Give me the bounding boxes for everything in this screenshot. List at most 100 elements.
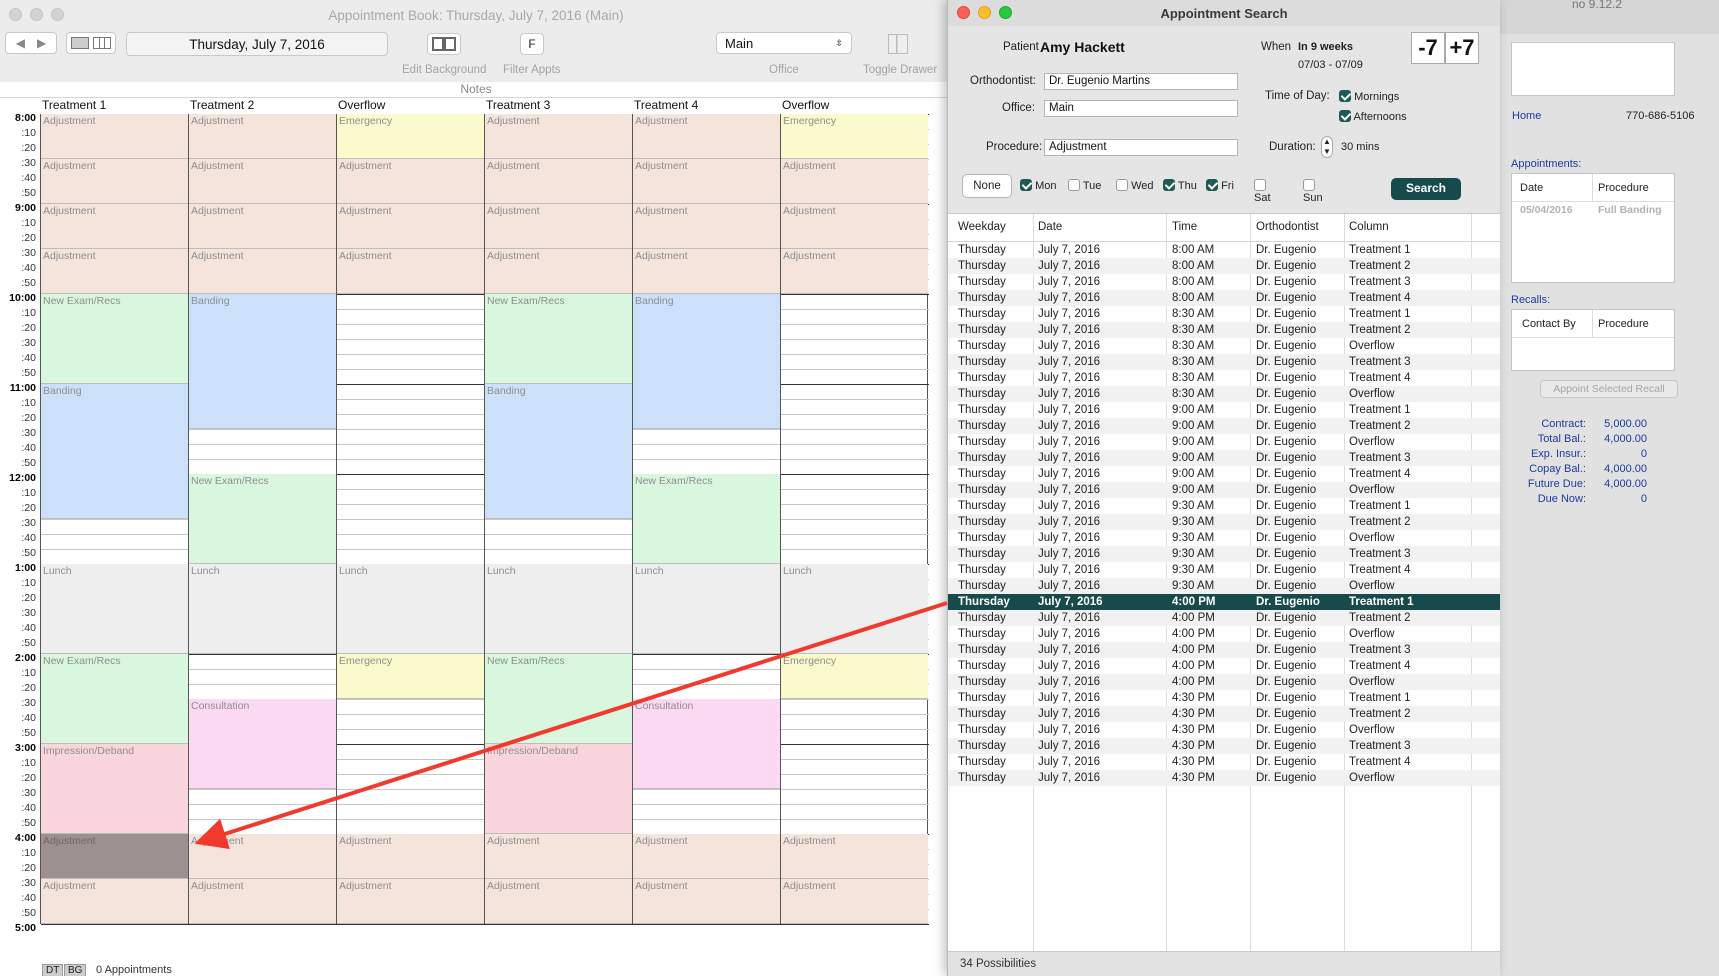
bg-tab[interactable]: BG [64,964,87,976]
schedule-column[interactable]: Adjustment Adjustment Adjustment Adjustment… [188,114,337,925]
appointment-block[interactable]: Adjustment [781,204,928,249]
appointment-block[interactable]: Emergency [337,654,484,699]
table-row[interactable]: Thursday July 7, 2016 4:00 PM Dr. Eugenio Tr… [948,658,1500,674]
day-checkbox-sun[interactable]: Sun [1303,179,1323,204]
appointment-block[interactable]: Adjustment [41,834,188,879]
table-row[interactable]: Thursday July 7, 2016 8:30 AM Dr. Eugenio Tr… [948,322,1500,338]
notes-bar[interactable]: Notes [0,82,952,98]
appointment-block[interactable]: Adjustment [781,834,928,879]
appointment-block[interactable]: Adjustment [189,159,336,204]
appointment-block[interactable]: Adjustment [633,114,780,159]
table-row[interactable]: Thursday July 7, 2016 4:30 PM Dr. Eugenio Tr… [948,738,1500,754]
appointment-block[interactable]: Adjustment [633,159,780,204]
appointment-block[interactable]: Adjustment [337,879,484,924]
table-row[interactable]: Thursday July 7, 2016 9:30 AM Dr. Eugenio Tr… [948,546,1500,562]
appoint-selected-recall-button[interactable]: Appoint Selected Recall [1540,380,1678,398]
schedule-column[interactable]: Emergency Adjustment Adjustment Adjustment L… [780,114,929,925]
table-row[interactable]: Thursday July 7, 2016 4:00 PM Dr. Eugenio Tr… [948,642,1500,658]
appointment-block[interactable]: Lunch [633,564,780,654]
table-row[interactable]: Thursday July 7, 2016 4:30 PM Dr. Eugenio Ov… [948,770,1500,786]
appointment-block[interactable]: Adjustment [485,249,632,294]
appointment-block[interactable]: New Exam/Recs [41,294,188,384]
procedure-field[interactable]: Adjustment [1044,139,1238,156]
table-row[interactable]: Thursday July 7, 2016 4:30 PM Dr. Eugenio Tr… [948,754,1500,770]
appointment-block[interactable]: Lunch [41,564,188,654]
table-row[interactable]: Thursday July 7, 2016 9:00 AM Dr. Eugenio Tr… [948,450,1500,466]
table-row[interactable]: Thursday July 7, 2016 8:00 AM Dr. Eugenio Tr… [948,274,1500,290]
table-row[interactable]: Thursday July 7, 2016 4:00 PM Dr. Eugenio Tr… [948,610,1500,626]
appointment-block[interactable]: Adjustment [485,879,632,924]
appointment-block[interactable]: Adjustment [633,249,780,294]
table-row[interactable]: Thursday July 7, 2016 4:30 PM Dr. Eugenio Ov… [948,722,1500,738]
table-row[interactable]: Thursday July 7, 2016 8:30 AM Dr. Eugenio Tr… [948,370,1500,386]
list-item[interactable]: 05/04/2016 Full Banding [1512,202,1674,218]
appointment-block[interactable]: Lunch [485,564,632,654]
appointment-block[interactable]: New Exam/Recs [485,654,632,744]
prev-day-icon[interactable]: ◀ [16,36,25,50]
appointment-block[interactable]: Adjustment [337,834,484,879]
day-checkbox-thu[interactable]: Thu [1163,179,1197,192]
day-checkbox-fri[interactable]: Fri [1206,179,1234,192]
appointment-block[interactable]: Adjustment [41,249,188,294]
table-row[interactable]: Thursday July 7, 2016 9:00 AM Dr. Eugenio Tr… [948,418,1500,434]
table-row[interactable]: Thursday July 7, 2016 9:00 AM Dr. Eugenio Tr… [948,466,1500,482]
appointment-block[interactable]: Impression/Deband [485,744,632,834]
table-row[interactable]: Thursday July 7, 2016 9:30 AM Dr. Eugenio Tr… [948,498,1500,514]
day-view-icon[interactable] [71,37,89,49]
search-button[interactable]: Search [1391,178,1461,200]
table-row[interactable]: Thursday July 7, 2016 8:30 AM Dr. Eugenio Ov… [948,338,1500,354]
appointment-block[interactable]: Adjustment [781,879,928,924]
appointment-block[interactable]: Emergency [781,114,928,159]
appointment-block[interactable]: Impression/Deband [41,744,188,834]
minimize-button[interactable] [978,6,991,19]
appointment-block[interactable]: Banding [41,384,188,519]
recalls-list[interactable]: Contact By Procedure [1511,309,1675,371]
table-row[interactable]: Thursday July 7, 2016 9:30 AM Dr. Eugenio Ov… [948,578,1500,594]
appointment-block[interactable]: Adjustment [337,204,484,249]
day-checkbox-tue[interactable]: Tue [1068,179,1101,192]
table-row[interactable]: Thursday July 7, 2016 9:30 AM Dr. Eugenio Tr… [948,514,1500,530]
schedule-column[interactable]: Emergency Adjustment Adjustment Adjustment L… [336,114,485,925]
appointment-block[interactable]: Adjustment [781,249,928,294]
table-row[interactable]: Thursday July 7, 2016 9:00 AM Dr. Eugenio Ov… [948,434,1500,450]
table-row[interactable]: Thursday July 7, 2016 8:00 AM Dr. Eugenio Tr… [948,258,1500,274]
table-row[interactable]: Thursday July 7, 2016 9:00 AM Dr. Eugenio Tr… [948,402,1500,418]
appointment-block[interactable]: Lunch [781,564,928,654]
dt-tab[interactable]: DT [42,964,64,976]
plus-week-button[interactable]: +7 [1445,32,1479,64]
appointment-block[interactable]: Lunch [337,564,484,654]
appointment-block[interactable]: Adjustment [41,159,188,204]
current-date-display[interactable]: Thursday, July 7, 2016 [126,32,388,56]
edit-background-button[interactable] [427,33,461,55]
columns-view-icon[interactable] [93,37,111,49]
table-row[interactable]: Thursday July 7, 2016 4:00 PM Dr. Eugenio Ov… [948,674,1500,690]
schedule-column[interactable]: Adjustment Adjustment Adjustment Adjustment… [40,114,189,925]
table-row[interactable]: Thursday July 7, 2016 4:00 PM Dr. Eugenio Ov… [948,626,1500,642]
appointment-block[interactable]: Adjustment [485,834,632,879]
appointment-block[interactable]: Lunch [189,564,336,654]
table-row[interactable]: Thursday July 7, 2016 4:30 PM Dr. Eugenio Tr… [948,690,1500,706]
appointment-block[interactable]: Banding [189,294,336,429]
appointment-block[interactable]: New Exam/Recs [41,654,188,744]
results-table[interactable]: Weekday Date Time Orthodontist Column Th… [948,213,1500,952]
orthodontist-header[interactable]: Orthodontist [1256,221,1319,233]
zoom-button[interactable] [51,8,64,21]
appointment-block[interactable]: Adjustment [781,159,928,204]
toggle-drawer-icon[interactable] [888,34,908,54]
date-header[interactable]: Date [1038,221,1062,233]
table-row[interactable]: Thursday July 7, 2016 9:00 AM Dr. Eugenio Ov… [948,482,1500,498]
schedule-column[interactable]: Adjustment Adjustment Adjustment Adjustment… [632,114,781,925]
appointment-block[interactable]: Adjustment [189,204,336,249]
appointment-block[interactable]: Consultation [189,699,336,789]
table-row[interactable]: Thursday July 7, 2016 4:00 PM Dr. Eugenio Tr… [948,594,1500,610]
appointments-list[interactable]: Date Procedure 05/04/2016 Full Banding [1511,173,1675,283]
table-row[interactable]: Thursday July 7, 2016 8:30 AM Dr. Eugenio Tr… [948,306,1500,322]
appointment-block[interactable]: Adjustment [633,879,780,924]
day-checkbox-sat[interactable]: Sat [1254,179,1280,204]
office-field[interactable]: Main [1044,100,1238,117]
table-row[interactable]: Thursday July 7, 2016 8:30 AM Dr. Eugenio Ov… [948,386,1500,402]
appointment-block[interactable]: Adjustment [485,159,632,204]
appointment-block[interactable]: Adjustment [189,834,336,879]
orthodontist-field[interactable]: Dr. Eugenio Martins [1044,73,1238,90]
duration-stepper[interactable]: ▲ ▼ [1321,136,1333,158]
